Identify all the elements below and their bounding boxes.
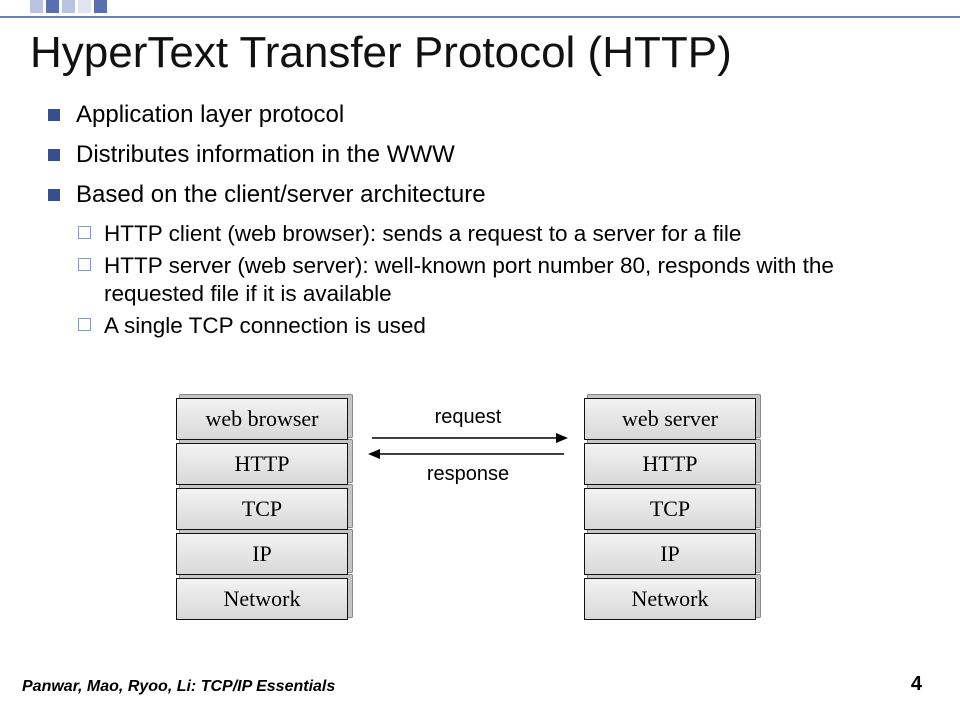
stack-layer: web browser (176, 398, 348, 440)
stack-layer: HTTP (584, 443, 756, 485)
stack-layer: Network (584, 578, 756, 620)
sub-bullet-item: HTTP server (web server): well-known por… (78, 252, 918, 308)
bullet-item: Based on the client/server architecture (48, 180, 918, 210)
sub-bullet-item: A single TCP connection is used (78, 312, 918, 340)
stack-layer: Network (176, 578, 348, 620)
stack-layer: IP (584, 533, 756, 575)
arrow-left-icon (368, 447, 568, 461)
server-stack: web server HTTP TCP IP Network (584, 398, 756, 623)
bullet-item: Distributes information in the WWW (48, 140, 918, 170)
request-label: request (358, 406, 578, 429)
footer-authors: Panwar, Mao, Ryoo, Li: TCP/IP Essentials (22, 678, 335, 696)
stack-layer: TCP (584, 488, 756, 530)
header-rule (0, 16, 960, 18)
stack-layer: TCP (176, 488, 348, 530)
bullet-content: Application layer protocol Distributes i… (48, 100, 918, 345)
stack-layer: web server (584, 398, 756, 440)
bullet-item: Application layer protocol (48, 100, 918, 130)
stack-layer: IP (176, 533, 348, 575)
stack-layer: HTTP (176, 443, 348, 485)
corner-decoration (30, 0, 107, 13)
sub-bullet-item: HTTP client (web browser): sends a reque… (78, 220, 918, 248)
protocol-stack-diagram: web browser HTTP TCP IP Network web serv… (0, 398, 960, 658)
slide-title: HyperText Transfer Protocol (HTTP) (30, 28, 732, 78)
client-stack: web browser HTTP TCP IP Network (176, 398, 348, 623)
page-number: 4 (911, 673, 922, 696)
response-label: response (358, 463, 578, 486)
arrow-right-icon (368, 431, 568, 445)
request-response-arrows: request response (358, 406, 578, 486)
